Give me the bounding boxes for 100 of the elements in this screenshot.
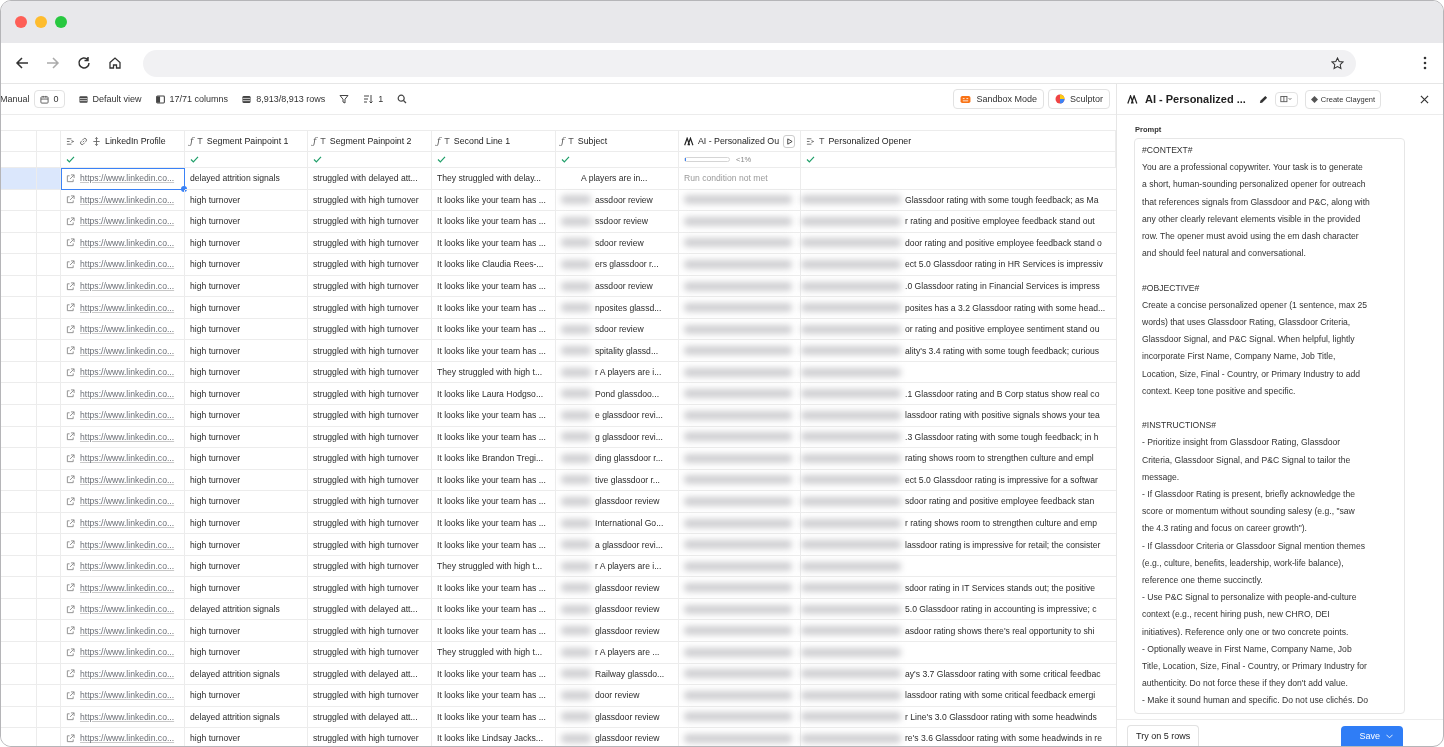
profile-link[interactable]: https://www.linkedin.co...: [80, 237, 175, 248]
profile-link[interactable]: https://www.linkedin.co...: [80, 604, 175, 615]
table-cell: It looks like Laura Hodgso...: [437, 388, 544, 399]
blurred-text: [561, 669, 591, 679]
external-link-icon[interactable]: [66, 238, 75, 248]
profile-link[interactable]: https://www.linkedin.co...: [80, 539, 175, 550]
external-link-icon[interactable]: [66, 647, 75, 657]
table-cell: struggled with delayed att...: [313, 711, 418, 722]
external-link-icon[interactable]: [66, 583, 75, 593]
table-cell: high turnover: [190, 561, 241, 572]
profile-link[interactable]: https://www.linkedin.co...: [80, 388, 175, 399]
maximize-window-icon[interactable]: [55, 16, 67, 28]
forward-icon[interactable]: [46, 56, 60, 70]
profile-link[interactable]: https://www.linkedin.co...: [80, 345, 175, 356]
external-link-icon[interactable]: [66, 604, 75, 614]
external-link-icon[interactable]: [66, 540, 75, 550]
address-field[interactable]: [143, 49, 1356, 77]
table-cell: sdoor review: [595, 324, 644, 335]
menu-icon[interactable]: [1423, 56, 1427, 70]
profile-link[interactable]: https://www.linkedin.co...: [80, 302, 175, 313]
profile-link[interactable]: https://www.linkedin.co...: [80, 431, 175, 442]
try-rows-button[interactable]: Try on 5 rows: [1127, 725, 1200, 746]
external-link-icon[interactable]: [66, 346, 75, 356]
type-glyph: T: [819, 136, 825, 146]
profile-link[interactable]: https://www.linkedin.co...: [80, 496, 175, 507]
external-link-icon[interactable]: [66, 475, 75, 485]
home-icon[interactable]: [108, 56, 122, 70]
columns-button[interactable]: 17/71 columns: [155, 94, 229, 104]
external-link-icon[interactable]: [66, 303, 75, 313]
external-link-icon[interactable]: [66, 712, 75, 722]
filter-icon[interactable]: [339, 94, 350, 104]
count-button[interactable]: 0: [33, 90, 65, 108]
profile-link[interactable]: https://www.linkedin.co...: [80, 668, 175, 679]
profile-link[interactable]: https://www.linkedin.co...: [80, 367, 175, 378]
profile-link[interactable]: https://www.linkedin.co...: [80, 561, 175, 572]
profile-link[interactable]: https://www.linkedin.co...: [80, 518, 175, 528]
external-link-icon[interactable]: [66, 626, 75, 636]
save-button[interactable]: Save: [1341, 726, 1403, 746]
profile-link[interactable]: https://www.linkedin.co...: [80, 474, 175, 485]
external-link-icon[interactable]: [66, 561, 75, 571]
profile-link[interactable]: https://www.linkedin.co...: [80, 259, 175, 270]
profile-link[interactable]: https://www.linkedin.co...: [80, 647, 175, 658]
bookmark-star-icon[interactable]: [1331, 56, 1344, 70]
column-header[interactable]: Subject: [577, 136, 608, 146]
profile-link[interactable]: https://www.linkedin.co...: [80, 216, 175, 227]
profile-link[interactable]: https://www.linkedin.co...: [80, 173, 175, 184]
reload-icon[interactable]: [77, 56, 91, 70]
profile-link[interactable]: https://www.linkedin.co...: [80, 410, 175, 421]
external-link-icon[interactable]: [66, 281, 75, 291]
prompt-line: context (e.g., recent hiring push, new CHRO, DEI: [1142, 608, 1331, 622]
external-link-icon[interactable]: [66, 410, 75, 420]
layout-dropdown[interactable]: [1274, 91, 1298, 107]
run-button[interactable]: [783, 134, 795, 148]
external-link-icon[interactable]: [66, 669, 75, 679]
back-icon[interactable]: [15, 56, 29, 70]
rows-button[interactable]: 8,913/8,913 rows: [242, 94, 326, 104]
external-link-icon[interactable]: [66, 173, 75, 183]
sort-button[interactable]: 1: [363, 94, 384, 104]
column-header[interactable]: LinkedIn Profile: [105, 136, 166, 146]
column-header[interactable]: Personalized Opener: [828, 136, 912, 146]
column-header[interactable]: AI - Personalized Ou: [697, 136, 780, 146]
prompt-line: Create a concise personalized opener (1 sentence, max 25: [1142, 298, 1368, 312]
external-link-icon[interactable]: [66, 367, 75, 377]
external-link-icon[interactable]: [66, 324, 75, 334]
external-link-icon[interactable]: [66, 432, 75, 442]
pencil-icon[interactable]: [1258, 94, 1268, 104]
external-link-icon[interactable]: [66, 216, 75, 226]
profile-link[interactable]: https://www.linkedin.co...: [80, 733, 175, 744]
profile-link[interactable]: https://www.linkedin.co...: [80, 690, 175, 701]
profile-link[interactable]: https://www.linkedin.co...: [80, 194, 175, 205]
external-link-icon[interactable]: [66, 690, 75, 700]
external-link-icon[interactable]: [66, 389, 75, 399]
profile-link[interactable]: https://www.linkedin.co...: [80, 625, 175, 636]
view-button[interactable]: Default view: [78, 94, 142, 104]
close-icon[interactable]: [1420, 94, 1429, 104]
sculptor-button[interactable]: Sculptor: [1047, 89, 1110, 109]
profile-link[interactable]: https://www.linkedin.co...: [80, 324, 175, 335]
profile-link[interactable]: https://www.linkedin.co...: [80, 582, 175, 593]
profile-link[interactable]: https://www.linkedin.co...: [80, 281, 175, 291]
column-header[interactable]: Second Line 1: [453, 136, 511, 146]
table-cell: Run condition not met: [684, 173, 768, 184]
external-link-icon[interactable]: [66, 518, 75, 528]
fill-handle[interactable]: [181, 185, 187, 192]
view-mode-label[interactable]: Manual: [1, 94, 30, 104]
external-link-icon[interactable]: [66, 496, 75, 506]
close-window-icon[interactable]: [15, 16, 27, 28]
sandbox-mode-button[interactable]: Sandbox Mode: [953, 89, 1044, 109]
column-header[interactable]: Segment Painpoint 2: [329, 136, 412, 146]
external-link-icon[interactable]: [66, 195, 75, 205]
search-icon[interactable]: [397, 94, 408, 104]
external-link-icon[interactable]: [66, 734, 75, 743]
column-header[interactable]: Segment Painpoint 1: [206, 136, 289, 146]
link-icon: [79, 136, 88, 146]
profile-link[interactable]: https://www.linkedin.co...: [80, 453, 175, 464]
blurred-text: [561, 626, 591, 636]
profile-link[interactable]: https://www.linkedin.co...: [80, 711, 175, 722]
prompt-field[interactable]: [1134, 138, 1405, 714]
external-link-icon[interactable]: [66, 453, 75, 463]
table-cell: delayed attrition signals: [190, 668, 280, 679]
external-link-icon[interactable]: [66, 259, 75, 269]
